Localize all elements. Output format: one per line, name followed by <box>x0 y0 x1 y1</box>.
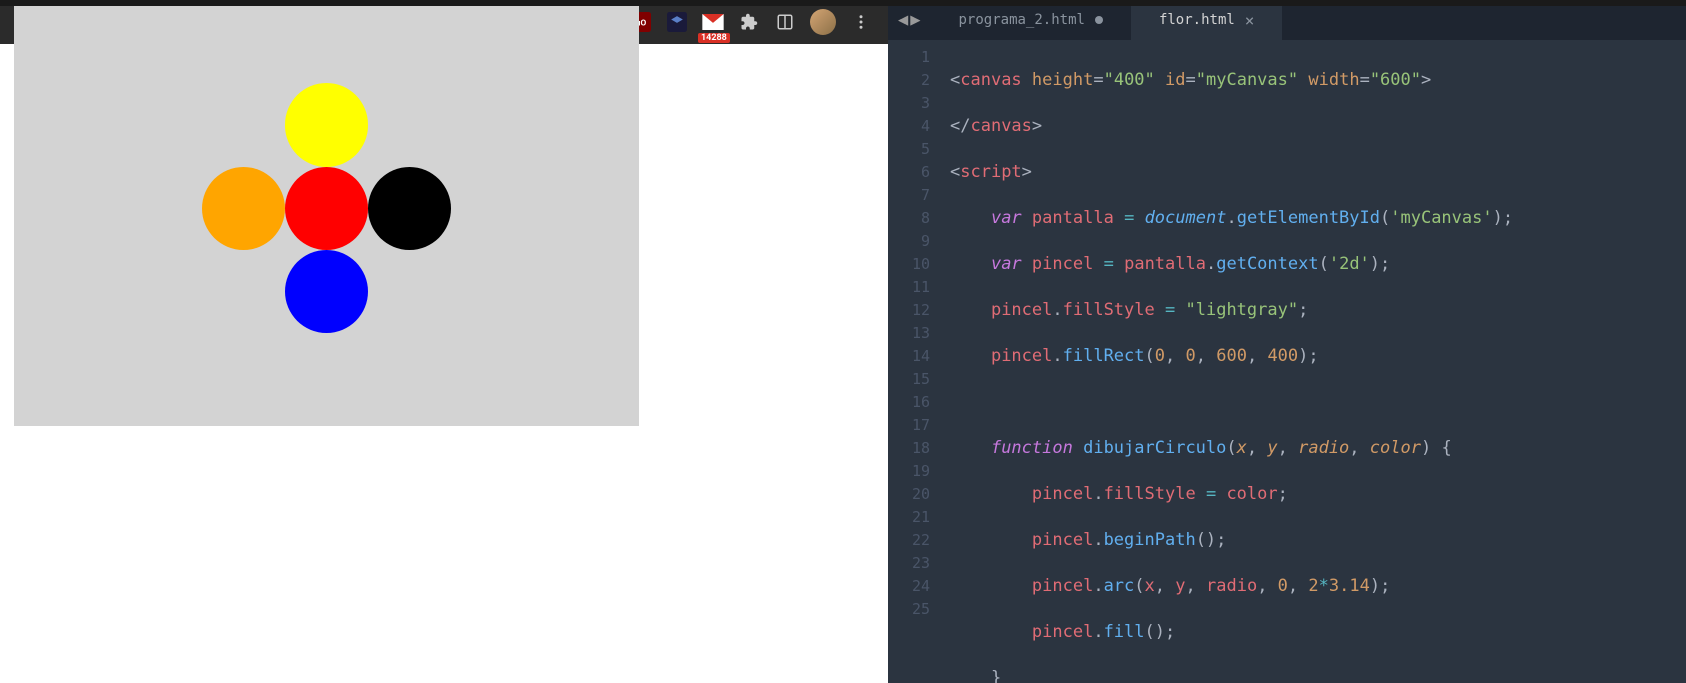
gutter-line: 14 <box>888 345 930 368</box>
main-content-row: i Archivo | C:/Users/LATITUDE/Des... G u… <box>0 0 1686 683</box>
extension-cube[interactable] <box>666 11 688 33</box>
window-top-strip <box>0 0 1686 6</box>
gutter-line: 13 <box>888 322 930 345</box>
dots-vertical-icon <box>852 13 870 31</box>
mail-extension[interactable]: 14288 <box>702 11 724 33</box>
gutter-line: 7 <box>888 184 930 207</box>
tabs-container: programa_2.html flor.html × <box>931 0 1283 40</box>
gutter-line: 6 <box>888 161 930 184</box>
gutter-line: 12 <box>888 299 930 322</box>
gutter-line: 16 <box>888 391 930 414</box>
gutter-line: 19 <box>888 460 930 483</box>
gutter-line: 4 <box>888 115 930 138</box>
line-gutter: 1234567891011121314151617181920212223242… <box>888 40 940 683</box>
gutter-line: 20 <box>888 483 930 506</box>
tab-next-icon[interactable]: ▶ <box>910 10 920 30</box>
gutter-line: 10 <box>888 253 930 276</box>
tab-label: flor.html <box>1159 12 1235 28</box>
code-area[interactable]: 1234567891011121314151617181920212223242… <box>888 40 1686 683</box>
circle-red <box>285 167 368 250</box>
browser-pane: i Archivo | C:/Users/LATITUDE/Des... G u… <box>0 0 888 683</box>
editor-tabs-bar: ◀ ▶ programa_2.html flor.html × <box>888 0 1686 40</box>
gutter-line: 21 <box>888 506 930 529</box>
circle-blue <box>285 250 368 333</box>
cube-icon <box>667 12 687 32</box>
gutter-line: 18 <box>888 437 930 460</box>
tab-flor[interactable]: flor.html × <box>1131 0 1283 40</box>
mail-badge: 14288 <box>698 33 730 43</box>
code-content[interactable]: <canvas height="400" id="myCanvas" width… <box>940 40 1686 683</box>
gutter-line: 8 <box>888 207 930 230</box>
gutter-line: 2 <box>888 69 930 92</box>
code-editor: ◀ ▶ programa_2.html flor.html × 12345678… <box>888 0 1686 683</box>
circle-black <box>368 167 451 250</box>
gutter-line: 17 <box>888 414 930 437</box>
tab-nav-arrows: ◀ ▶ <box>888 10 931 30</box>
gutter-line: 15 <box>888 368 930 391</box>
panel-icon <box>776 13 794 31</box>
gutter-line: 11 <box>888 276 930 299</box>
panel-button[interactable] <box>774 11 796 33</box>
gutter-line: 23 <box>888 552 930 575</box>
gutter-line: 24 <box>888 575 930 598</box>
puzzle-icon <box>740 13 758 31</box>
gutter-line: 25 <box>888 598 930 621</box>
scrollbar[interactable] <box>1672 40 1686 683</box>
canvas-output <box>14 0 639 426</box>
menu-button[interactable] <box>850 11 872 33</box>
extensions-button[interactable] <box>738 11 760 33</box>
close-icon[interactable]: × <box>1245 11 1255 30</box>
circle-orange <box>202 167 285 250</box>
gutter-line: 3 <box>888 92 930 115</box>
gutter-line: 9 <box>888 230 930 253</box>
gutter-line: 1 <box>888 46 930 69</box>
tab-prev-icon[interactable]: ◀ <box>898 10 908 30</box>
tab-programa-2[interactable]: programa_2.html <box>931 0 1131 40</box>
modified-dot-icon <box>1095 16 1103 24</box>
circle-yellow <box>285 83 368 166</box>
gutter-line: 22 <box>888 529 930 552</box>
mail-icon <box>702 14 724 30</box>
gutter-line: 5 <box>888 138 930 161</box>
tab-label: programa_2.html <box>959 12 1085 28</box>
profile-avatar[interactable] <box>810 9 836 35</box>
